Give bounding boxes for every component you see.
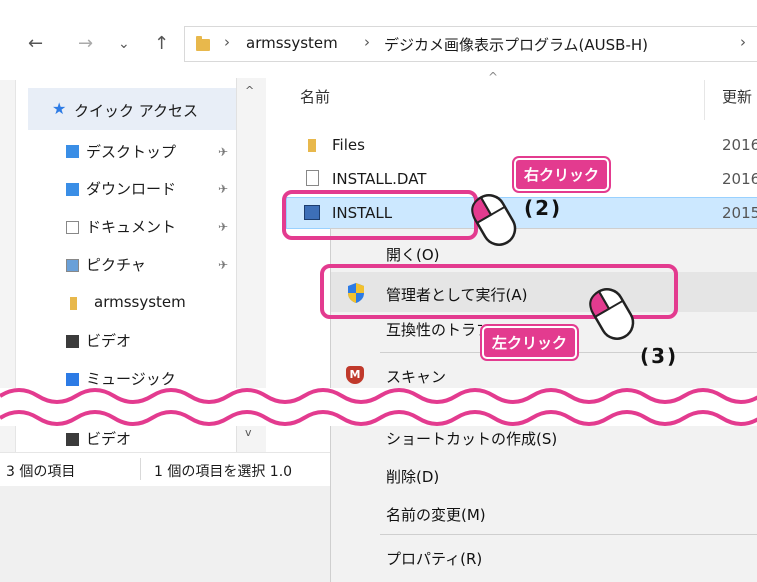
selection-info: 1 個の項目を選択 1.0 — [154, 464, 293, 480]
videos-icon — [66, 335, 79, 348]
left-click-callout: 左クリック — [482, 326, 578, 359]
pin-icon: ✈ — [218, 258, 229, 272]
mouse-icon — [584, 282, 640, 350]
download-icon — [66, 183, 79, 196]
menu-item-open[interactable]: 開く(O) — [386, 244, 440, 265]
column-header-modified[interactable]: 更新 — [722, 86, 752, 107]
step-2-label: (2) — [524, 196, 563, 220]
menu-item-properties[interactable]: プロパティ(R) — [386, 548, 482, 569]
file-name[interactable]: Files — [332, 136, 365, 154]
up-button[interactable]: ↑ — [154, 34, 169, 54]
pin-icon: ✈ — [218, 220, 229, 234]
nav-item-armssystem[interactable]: armssystem — [94, 293, 186, 311]
cut-wave-band — [0, 388, 757, 426]
menu-item-compatibility[interactable]: 互換性のトラブルシューティング — [386, 319, 482, 340]
nav-item-videos[interactable]: ビデオ — [86, 330, 131, 351]
pictures-icon — [66, 259, 79, 272]
star-icon: ★ — [52, 99, 67, 118]
breadcrumb-separator: › — [224, 33, 230, 51]
menu-item-create-shortcut[interactable]: ショートカットの作成(S) — [386, 428, 557, 449]
scroll-up-arrow[interactable]: ^ — [245, 84, 254, 97]
right-click-callout: 右クリック — [514, 158, 610, 191]
menu-separator — [380, 534, 757, 535]
pin-icon: ✈ — [218, 145, 229, 159]
status-divider — [140, 458, 141, 480]
breadcrumb-armssystem[interactable]: armssystem — [246, 34, 338, 52]
nav-item-downloads[interactable]: ダウンロード — [86, 178, 176, 199]
column-header-name[interactable]: 名前 — [300, 86, 330, 107]
breadcrumb-expand[interactable]: › — [740, 33, 746, 51]
item-count: 3 個の項目 — [6, 464, 76, 480]
file-date: 2015 — [722, 204, 757, 222]
menu-item-rename[interactable]: 名前の変更(M) — [386, 504, 486, 525]
column-divider — [704, 80, 705, 120]
background-area — [0, 486, 330, 582]
file-date: 2016 — [722, 136, 757, 154]
breadcrumb-current-folder[interactable]: デジカメ画像表示プログラム(AUSB-H) — [384, 34, 648, 55]
recent-locations-button[interactable]: ⌄ — [118, 34, 130, 54]
address-row: ← → ⌄ ↑ › armssystem › デジカメ画像表示プログラム(AUS… — [0, 0, 757, 80]
folder-icon — [70, 297, 77, 310]
forward-button[interactable]: → — [78, 34, 93, 54]
nav-item-quick-access[interactable]: クイック アクセス — [74, 100, 198, 121]
folder-icon — [308, 139, 316, 152]
menu-item-delete[interactable]: 削除(D) — [386, 466, 439, 487]
sort-ascending-icon: ^ — [488, 70, 499, 84]
step-3-label: (3) — [640, 344, 679, 368]
pin-icon: ✈ — [218, 182, 229, 196]
nav-item-desktop[interactable]: デスクトップ — [86, 141, 176, 162]
breadcrumb-separator: › — [364, 33, 370, 51]
mouse-icon — [466, 188, 522, 256]
file-icon — [306, 170, 319, 186]
documents-icon — [66, 221, 79, 234]
back-button[interactable]: ← — [28, 34, 43, 54]
folder-icon — [196, 36, 210, 51]
nav-item-pictures[interactable]: ピクチャ — [86, 254, 146, 275]
desktop-icon — [66, 145, 79, 158]
nav-item-documents[interactable]: ドキュメント — [86, 216, 176, 237]
highlight-install-box — [282, 190, 478, 240]
status-bar: 3 個の項目 1 個の項目を選択 1.0 — [0, 452, 330, 486]
file-name[interactable]: INSTALL.DAT — [332, 170, 426, 188]
file-date: 2016 — [722, 170, 757, 188]
